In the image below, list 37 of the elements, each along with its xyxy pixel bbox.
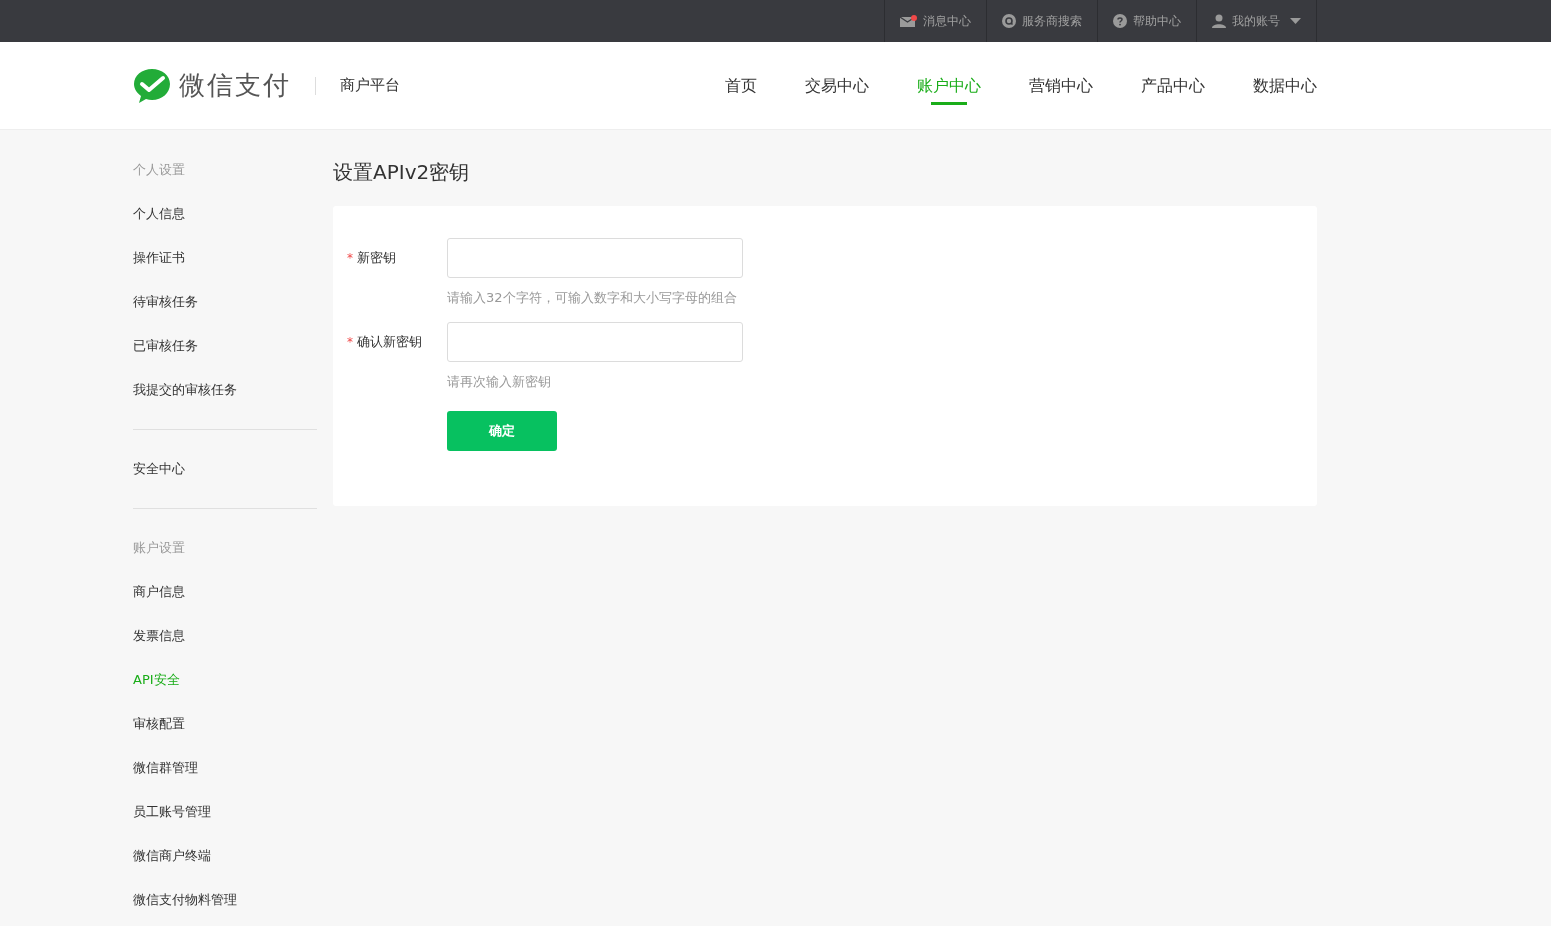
field-label: 确认新密钥	[357, 332, 422, 351]
user-icon	[1212, 14, 1226, 28]
logo-icon	[133, 67, 171, 104]
field-hint: 请输入32个字符，可输入数字和大小写字母的组合	[447, 289, 738, 307]
sidebar-item[interactable]: 个人信息	[133, 201, 185, 227]
page-title: 设置APIv2密钥	[333, 159, 471, 186]
nav-tab[interactable]: 营销中心	[1029, 42, 1093, 129]
input-field[interactable]	[447, 321, 743, 362]
sidebar-heading: 账户设置	[133, 539, 186, 558]
required-asterisk: *	[347, 250, 353, 267]
envelope-icon	[900, 15, 917, 27]
sidebar-item[interactable]: 微信商户终端	[133, 843, 211, 869]
sidebar-item[interactable]: 发票信息	[133, 623, 185, 649]
sidebar-item[interactable]: 安全中心	[133, 456, 185, 482]
sidebar-item[interactable]: 微信群管理	[133, 755, 198, 781]
sidebar-item[interactable]: 微信支付物料管理	[133, 887, 237, 913]
brand-name: 微信支付	[179, 69, 291, 102]
required-asterisk: *	[347, 333, 353, 351]
field-hint: 请再次输入新密钥	[447, 372, 552, 391]
input-field[interactable]	[447, 238, 743, 278]
nav-tab[interactable]: 产品中心	[1141, 42, 1205, 129]
sidebar-item[interactable]: 商户信息	[133, 579, 185, 605]
sidebar-item[interactable]: 我提交的审核任务	[133, 377, 237, 403]
sidebar-item[interactable]: 员工账号管理	[133, 799, 211, 825]
caret-icon	[1290, 18, 1301, 24]
help-icon	[1113, 14, 1127, 28]
nav-tab[interactable]: 数据中心	[1253, 42, 1317, 129]
sidebar-item[interactable]: 审核配置	[133, 711, 185, 737]
nav-tab[interactable]: 首页	[725, 42, 757, 129]
sidebar-item[interactable]: 待审核任务	[133, 289, 198, 315]
field-label: 新密钥	[357, 249, 396, 268]
sidebar-heading: 个人设置	[133, 161, 186, 180]
platform-name: 商户平台	[340, 75, 400, 97]
sidebar-item[interactable]: 操作证书	[133, 245, 185, 271]
nav-tab[interactable]: 交易中心	[805, 42, 869, 129]
sidebar-item[interactable]: 已审核任务	[133, 333, 198, 359]
search-icon	[1002, 14, 1016, 28]
